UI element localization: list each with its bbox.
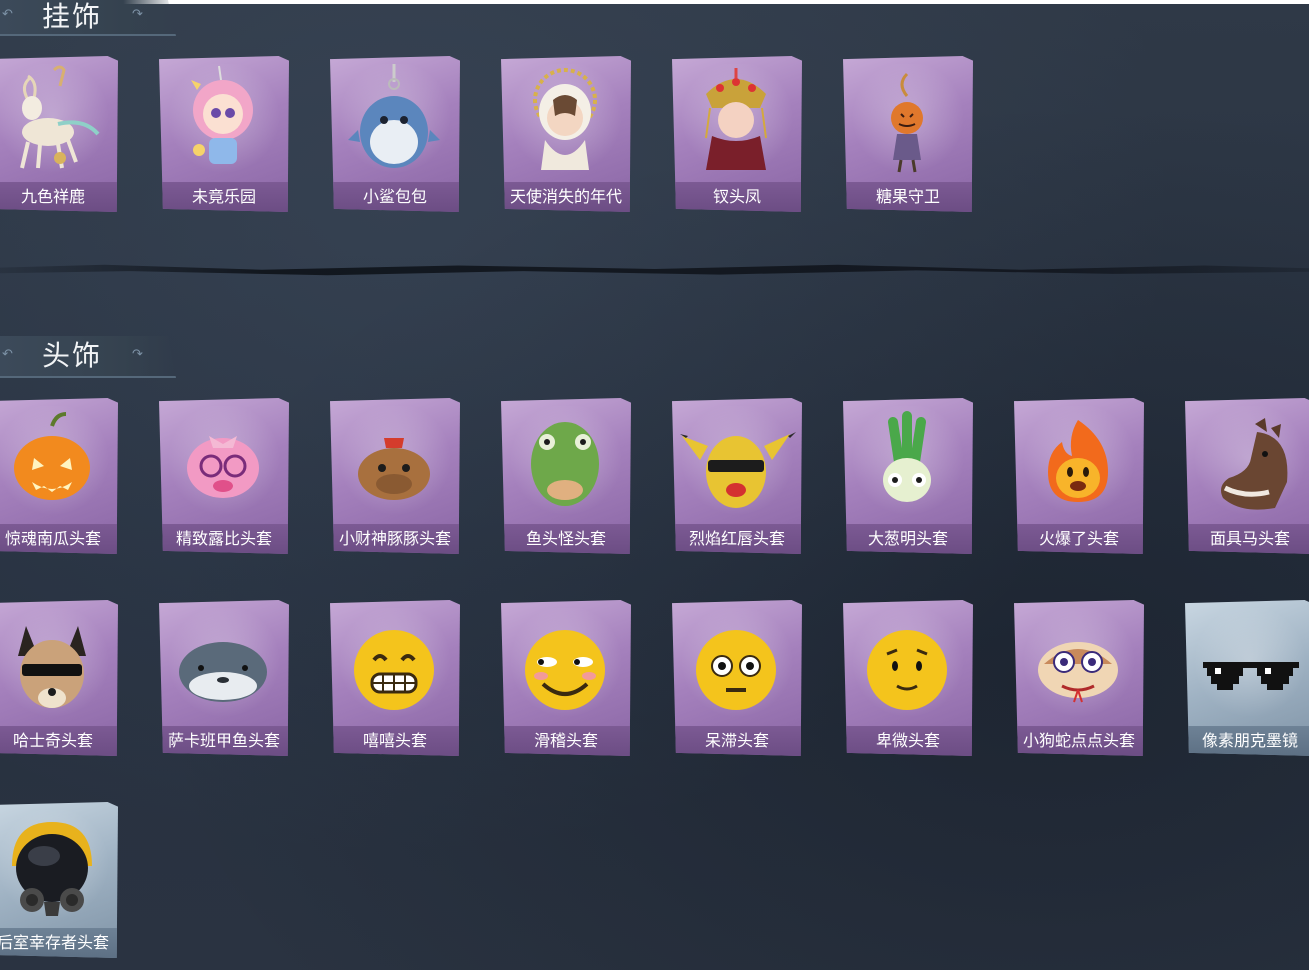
item-label: 鱼头怪头套 <box>501 524 631 554</box>
item-label: 精致露比头套 <box>159 524 289 554</box>
item-card-pixel-sunglasses[interactable]: 像素朋克墨镜 <box>1185 600 1309 756</box>
top-edge <box>0 0 1309 4</box>
deer-pendant-icon <box>20 65 100 169</box>
item-label: 火爆了头套 <box>1014 524 1144 554</box>
fire-head-icon <box>1048 420 1108 502</box>
item-label: 惊魂南瓜头套 <box>0 524 118 554</box>
dazed-emoji-head-icon <box>696 630 776 710</box>
item-label: 滑稽头套 <box>501 726 631 756</box>
sacabambaspis-head-icon <box>179 642 267 702</box>
gas-mask-helmet-icon <box>12 822 92 916</box>
angel-doll-icon <box>533 68 597 170</box>
item-card-candy-guard[interactable]: 糖果守卫 <box>843 56 973 212</box>
yellow-mask-head-icon <box>680 432 796 508</box>
item-label: 大葱明头套 <box>843 524 973 554</box>
item-card-ruby-head[interactable]: 精致露比头套 <box>159 398 289 554</box>
item-label: 糖果守卫 <box>843 182 973 212</box>
doll-pendant-icon <box>191 65 253 164</box>
husky-head-icon <box>18 626 86 708</box>
item-label: 九色祥鹿 <box>0 182 118 212</box>
item-card-pumpkin-head[interactable]: 惊魂南瓜头套 <box>0 398 118 554</box>
item-card-backrooms-head[interactable]: 后室幸存者头套 <box>0 802 118 958</box>
item-label: 卑微头套 <box>843 726 973 756</box>
item-card-unfinished-park[interactable]: 未竟乐园 <box>159 56 289 212</box>
ornament-right-icon: ↷ <box>132 347 143 362</box>
item-label: 小鲨包包 <box>330 182 460 212</box>
item-card-phoenix-hairpin[interactable]: 钗头凤 <box>672 56 802 212</box>
item-card-horse-head[interactable]: 面具马头套 <box>1185 398 1309 554</box>
snake-head-icon <box>1038 642 1118 703</box>
item-card-dazed-head[interactable]: 呆滞头套 <box>672 600 802 756</box>
item-card-capybara-head[interactable]: 小财神豚豚头套 <box>330 398 460 554</box>
item-card-snake-head[interactable]: 小狗蛇点点头套 <box>1014 600 1144 756</box>
item-label: 像素朋克墨镜 <box>1185 726 1309 756</box>
item-card-fish-head[interactable]: 鱼头怪头套 <box>501 398 631 554</box>
item-label: 面具马头套 <box>1185 524 1309 554</box>
item-label: 小财神豚豚头套 <box>330 524 460 554</box>
item-card-shark-bag[interactable]: 小鲨包包 <box>330 56 460 212</box>
item-card-sacabambaspis-head[interactable]: 萨卡班甲鱼头套 <box>159 600 289 756</box>
shark-bag-icon <box>348 64 440 168</box>
green-onion-head-icon <box>883 411 931 502</box>
item-label: 天使消失的年代 <box>501 182 631 212</box>
item-label: 萨卡班甲鱼头套 <box>159 726 289 756</box>
item-card-grin-head[interactable]: 嘻嘻头套 <box>330 600 460 756</box>
item-card-red-lips-head[interactable]: 烈焰红唇头套 <box>672 398 802 554</box>
pumpkin-head-icon <box>14 412 90 500</box>
section-title-text: 头饰 <box>42 339 103 372</box>
capybara-head-icon <box>358 438 430 500</box>
grin-emoji-head-icon <box>354 630 434 710</box>
phoenix-crown-doll-icon <box>705 68 767 170</box>
item-card-deer[interactable]: 九色祥鹿 <box>0 56 118 212</box>
pink-beaver-head-icon <box>187 436 259 498</box>
fish-head-icon <box>531 422 599 506</box>
section-title-text: 挂饰 <box>42 0 103 33</box>
funny-emoji-head-icon <box>525 630 605 710</box>
section-title-pendants: ↶ 挂饰 ↷ <box>0 0 176 36</box>
item-label: 哈士奇头套 <box>0 726 118 756</box>
item-card-funny-head[interactable]: 滑稽头套 <box>501 600 631 756</box>
pumpkin-guard-icon <box>891 72 923 173</box>
item-label: 钗头凤 <box>672 182 802 212</box>
item-label: 小狗蛇点点头套 <box>1014 726 1144 756</box>
item-label: 未竟乐园 <box>159 182 289 212</box>
ornament-left-icon: ↶ <box>2 347 13 362</box>
item-card-fire-head[interactable]: 火爆了头套 <box>1014 398 1144 554</box>
humble-emoji-head-icon <box>867 630 947 710</box>
ornament-left-icon: ↶ <box>2 7 13 22</box>
horse-head-icon <box>1221 418 1288 510</box>
item-card-green-onion-head[interactable]: 大葱明头套 <box>843 398 973 554</box>
item-label: 烈焰红唇头套 <box>672 524 802 554</box>
pixel-sunglasses-icon <box>1203 662 1299 690</box>
item-label: 呆滞头套 <box>672 726 802 756</box>
item-card-husky-head[interactable]: 哈士奇头套 <box>0 600 118 756</box>
item-label: 嘻嘻头套 <box>330 726 460 756</box>
item-card-humble-head[interactable]: 卑微头套 <box>843 600 973 756</box>
ornament-right-icon: ↷ <box>132 7 143 22</box>
item-label: 后室幸存者头套 <box>0 928 118 958</box>
item-card-angel[interactable]: 天使消失的年代 <box>501 56 631 212</box>
section-title-headwear: ↶ 头饰 ↷ <box>0 336 176 378</box>
